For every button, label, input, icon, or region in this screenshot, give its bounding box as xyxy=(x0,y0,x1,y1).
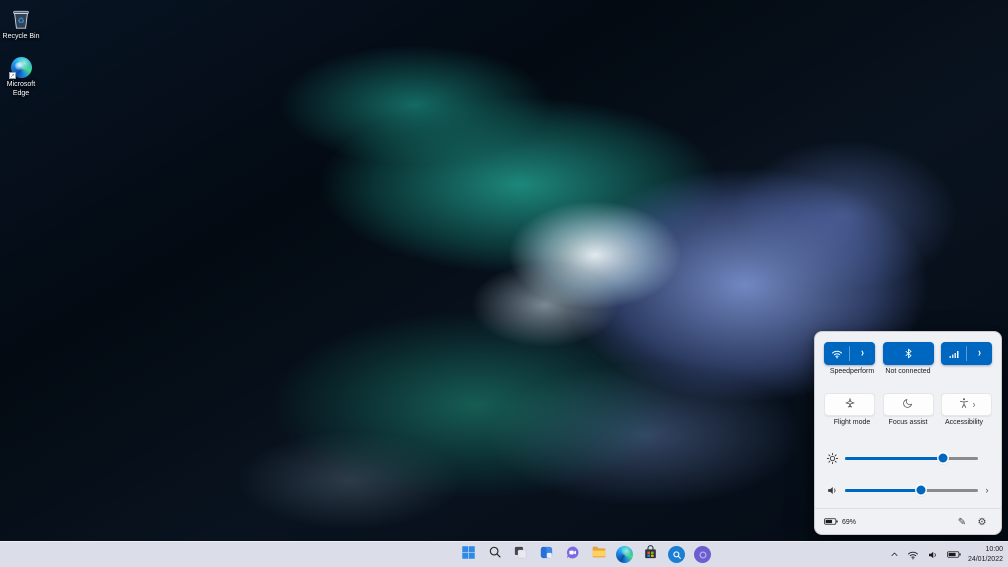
chat-icon xyxy=(565,545,580,565)
cellular-tile[interactable]: › xyxy=(941,342,992,365)
volume-output-chevron-icon[interactable]: › xyxy=(982,485,992,495)
file-explorer-icon xyxy=(591,544,607,565)
cellular-expand-chevron-icon[interactable]: › xyxy=(967,342,992,365)
tray-clock[interactable]: 10:00 24/01/2022 xyxy=(968,545,1005,564)
widgets-button[interactable] xyxy=(536,544,557,565)
brightness-sun-icon xyxy=(824,452,841,465)
edge-button[interactable] xyxy=(614,544,635,565)
volume-slider-thumb[interactable] xyxy=(916,486,925,495)
moon-icon xyxy=(902,396,914,414)
accessibility-icon xyxy=(958,396,970,414)
media-app-button[interactable] xyxy=(692,544,713,565)
accessibility-expand-chevron-icon: › xyxy=(973,399,976,409)
cellular-icon[interactable] xyxy=(941,342,966,365)
accessibility-tile[interactable]: › xyxy=(941,393,992,416)
wifi-icon[interactable] xyxy=(824,342,849,365)
desktop-icon-recycle-bin[interactable]: ♻ Recycle Bin xyxy=(1,7,41,42)
battery-status[interactable]: 69% xyxy=(824,517,856,528)
quick-settings-row2: › xyxy=(824,393,992,416)
volume-slider[interactable] xyxy=(845,489,978,492)
edit-quick-settings-pencil-icon[interactable]: ✎ xyxy=(952,517,972,528)
svg-text:♻: ♻ xyxy=(17,17,24,26)
quick-settings-row1-labels: Speedperform Not connected xyxy=(824,368,992,375)
microsoft-store-button[interactable] xyxy=(640,544,661,565)
bluetooth-tile-label: Not connected xyxy=(880,368,936,375)
brightness-slider-thumb[interactable] xyxy=(939,454,948,463)
system-tray: 10:00 24/01/2022 xyxy=(889,542,1005,567)
file-explorer-button[interactable] xyxy=(588,544,609,565)
battery-icon xyxy=(824,517,838,528)
tray-battery-icon[interactable] xyxy=(946,548,962,561)
quick-settings-row2-labels: Flight mode Focus assist Accessibility xyxy=(824,419,992,426)
volume-speaker-icon xyxy=(824,484,841,497)
wifi-tile-label: Speedperform xyxy=(824,368,880,375)
taskbar-pinned-apps xyxy=(458,542,713,567)
airplane-icon xyxy=(844,396,856,414)
taskbar: 10:00 24/01/2022 xyxy=(0,541,1008,567)
tray-volume-icon[interactable] xyxy=(926,547,940,563)
edge-icon xyxy=(616,546,633,563)
flight-mode-label: Flight mode xyxy=(824,419,880,426)
wifi-expand-chevron-icon[interactable]: › xyxy=(850,342,875,365)
microsoft-store-icon xyxy=(643,545,658,565)
focus-assist-tile[interactable] xyxy=(883,393,934,416)
wifi-tile[interactable]: › xyxy=(824,342,875,365)
windows-desktop: ♻ Recycle Bin ↗ Microsoft Edge › xyxy=(0,0,1008,567)
tray-date: 24/01/2022 xyxy=(968,555,1003,564)
media-app-icon xyxy=(694,546,711,563)
settings-gear-icon[interactable]: ⚙ xyxy=(972,517,992,528)
tray-time: 10:00 xyxy=(968,545,1003,554)
brightness-slider[interactable] xyxy=(845,457,978,460)
search-icon xyxy=(488,545,502,564)
recycle-bin-icon: ♻ xyxy=(9,7,33,31)
edge-icon: ↗ xyxy=(9,55,33,79)
chat-button[interactable] xyxy=(562,544,583,565)
brightness-slider-row: › xyxy=(824,450,992,466)
focus-assist-label: Focus assist xyxy=(880,419,936,426)
desktop-icon-label: Recycle Bin xyxy=(3,33,40,42)
search-button[interactable] xyxy=(484,544,505,565)
flight-mode-tile[interactable] xyxy=(824,393,875,416)
tray-chevron-up-icon[interactable] xyxy=(889,548,900,561)
task-view-button[interactable] xyxy=(510,544,531,565)
bluetooth-tile[interactable] xyxy=(883,342,934,365)
quick-settings-bottom-bar: 69% ✎ ⚙ xyxy=(824,509,992,535)
battery-percent-label: 69% xyxy=(842,519,856,526)
tray-wifi-icon[interactable] xyxy=(906,547,920,563)
search-app-button[interactable] xyxy=(666,544,687,565)
shortcut-arrow-icon: ↗ xyxy=(9,72,16,79)
quick-settings-panel: › › xyxy=(814,331,1002,535)
widgets-icon xyxy=(539,545,554,565)
search-app-icon xyxy=(668,546,685,563)
desktop-icon-microsoft-edge[interactable]: ↗ Microsoft Edge xyxy=(1,55,41,99)
accessibility-label: Accessibility xyxy=(936,419,992,426)
task-view-icon xyxy=(513,545,528,565)
volume-slider-row: › xyxy=(824,482,992,498)
cellular-tile-label xyxy=(936,368,992,375)
start-button[interactable] xyxy=(458,544,479,565)
quick-settings-row1: › › xyxy=(824,342,992,365)
windows-start-icon xyxy=(461,545,476,565)
bluetooth-icon xyxy=(883,342,934,365)
desktop-icon-label: Microsoft Edge xyxy=(4,81,38,99)
